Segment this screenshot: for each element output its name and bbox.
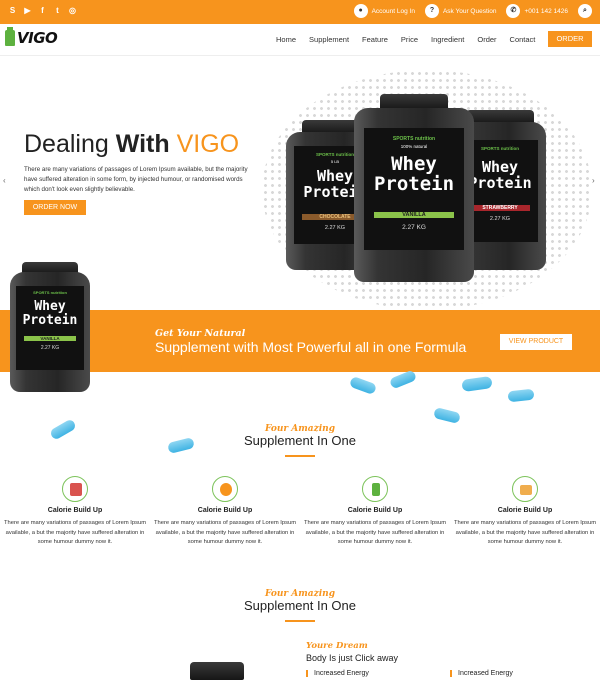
feature-description: There are many variations of passages of… [453,520,597,546]
flavor-strip: VANILLA [374,212,454,218]
feature-description: There are many variations of passages of… [3,520,147,546]
phone-number: +001 142 1426 [524,7,568,15]
phone-link[interactable]: ✆ +001 142 1426 [506,4,568,18]
social-links: S ▶ f t ◎ [8,6,77,15]
brand-text: SPORTS nutrition [33,290,67,295]
band-title: Supplement with Most Powerful all in one… [155,339,467,355]
product-name-line2: Protein [22,313,78,328]
feature-title: Calorie Build Up [347,507,403,514]
product-tub-vanilla-small: SPORTS nutrition Whey Protein VANILLA 2.… [10,262,90,392]
phone-icon: ✆ [506,4,521,18]
bottle-logo-icon [5,27,15,46]
section-divider [285,620,315,622]
twitter-icon[interactable]: t [53,6,62,15]
hourglass-icon [362,476,388,502]
feature-title: Calorie Build Up [47,507,103,514]
nav-item-price[interactable]: Price [401,35,418,44]
flavor-strip: VANILLA [24,336,76,341]
weightlifter-icon [212,476,238,502]
feature-title: Calorie Build Up [197,507,253,514]
product-label: SPORTS nutrition 100% natural Whey Prote… [364,128,464,250]
feature-description: There are many variations of passages of… [303,520,447,546]
brand-text: SPORTS nutrition [392,136,436,142]
tablet-box-icon [62,476,88,502]
capsule-decoration [348,375,378,396]
hero-description: There are many variations of passages of… [24,166,248,193]
promo-band: Get Your Natural Supplement with Most Po… [0,310,600,372]
weight-text: 2.27 KG [40,345,60,351]
product-name-line1: Whey [391,153,437,175]
feature-title: Calorie Build Up [497,507,553,514]
section-title: Supplement In One [243,433,357,448]
ask-question-label: Ask Your Question [442,7,497,15]
product-label: SPORTS nutrition Whey Protein VANILLA 2.… [16,286,84,370]
top-bar-actions: ● Account Log In ? Ask Your Question ✆ +… [353,4,592,18]
dream-title: Body Is just Click away [306,653,399,663]
nav-item-feature[interactable]: Feature [362,35,388,44]
logo[interactable]: VIGO [5,27,58,47]
logo-text: VIGO [17,29,58,47]
benefit-item: Increased Energy [306,670,369,677]
product-tub-bottom [190,662,244,680]
capsule-decoration [388,369,418,390]
ask-question-link[interactable]: ? Ask Your Question [424,4,497,18]
top-bar: S ▶ f t ◎ ● Account Log In ? Ask Your Qu… [0,0,600,24]
tub-lid [190,662,244,680]
natural-text: 100% natural [400,144,428,149]
hero-title-bold: With [115,130,177,158]
product-name-line1: Whey [34,299,66,314]
nav-item-ingredient[interactable]: Ingredient [431,35,464,44]
nav-item-contact[interactable]: Contact [510,35,536,44]
account-login-link[interactable]: ● Account Log In [353,4,415,18]
search-icon: ⌕ [578,4,592,18]
hero-title: Dealing With VIGO [24,130,239,159]
facebook-icon[interactable]: f [38,6,47,15]
question-icon: ? [424,4,439,18]
flavor-strip: STRAWBERRY [470,205,530,211]
youtube-icon[interactable]: ▶ [23,6,32,15]
search-button[interactable]: ⌕ [578,4,592,18]
section-divider [285,455,315,457]
hero-title-accent: VIGO [176,130,240,158]
hero-section: ‹ › Dealing With VIGO There are many var… [0,56,600,392]
account-login-label: Account Log In [371,7,415,15]
prev-slide-arrow[interactable]: ‹ [3,176,6,185]
weight-text: 2.27 KG [402,224,426,231]
feature-description: There are many variations of passages of… [153,520,297,546]
instagram-icon[interactable]: ◎ [68,6,77,15]
nav-item-order[interactable]: Order [477,35,496,44]
product-tub-vanilla: SPORTS nutrition 100% natural Whey Prote… [354,94,474,282]
bar-chart-icon [512,476,538,502]
user-icon: ● [353,4,368,18]
capsule-decoration [507,388,535,403]
nav-menu: Home Supplement Feature Price Ingredient… [276,35,535,44]
capsule-decoration [461,375,493,393]
skype-icon[interactable]: S [8,6,17,15]
view-product-button[interactable]: VIEW PRODUCT [500,334,572,350]
product-name-line2: Protein [373,173,455,195]
main-nav: VIGO Home Supplement Feature Price Ingre… [0,24,600,56]
section-title: Supplement In One [243,598,357,613]
order-button[interactable]: ORDER [548,31,592,47]
benefit-item: Increased Energy [450,670,513,677]
next-slide-arrow[interactable]: › [592,176,595,185]
hero-title-plain: Dealing [24,130,116,158]
capsule-decoration [433,407,461,424]
order-now-button[interactable]: ORDER NOW [24,200,86,215]
band-subtitle: Get Your Natural [155,328,246,339]
dream-subtitle: Youre Dream [306,641,368,651]
nav-item-supplement[interactable]: Supplement [309,35,349,44]
nav-item-home[interactable]: Home [276,35,296,44]
